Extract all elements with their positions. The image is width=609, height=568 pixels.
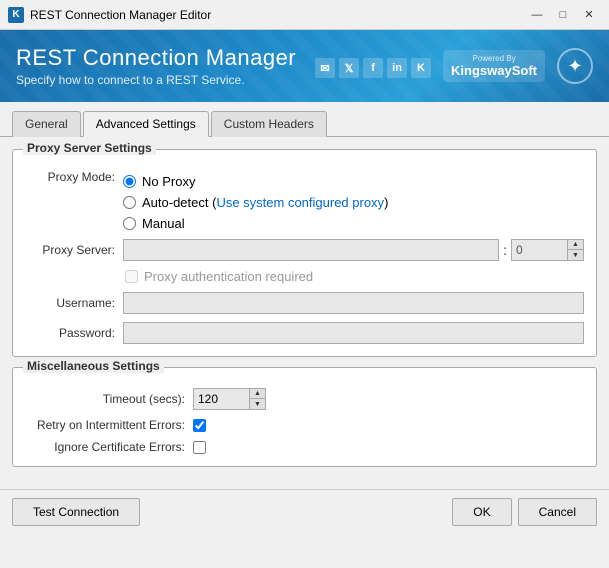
proxy-server-settings-group: Proxy Server Settings Proxy Mode: No Pro… <box>12 149 597 357</box>
misc-section-title: Miscellaneous Settings <box>23 359 164 373</box>
ignore-cert-row: Ignore Certificate Errors: <box>25 440 584 454</box>
ignore-cert-label: Ignore Certificate Errors: <box>25 440 185 454</box>
timeout-row: Timeout (secs): ▲ ▼ <box>25 388 584 410</box>
tab-advanced-settings[interactable]: Advanced Settings <box>83 111 209 137</box>
linkedin-icon[interactable]: in <box>387 58 407 78</box>
username-label: Username: <box>25 296 115 310</box>
ignore-cert-checkbox[interactable] <box>193 441 206 454</box>
header-subtitle: Specify how to connect to a REST Service… <box>16 73 315 87</box>
proxy-server-row: Proxy Server: : ▲ ▼ <box>25 239 584 261</box>
email-icon[interactable]: ✉ <box>315 58 335 78</box>
timeout-input[interactable] <box>194 389 249 409</box>
port-input[interactable] <box>512 240 567 260</box>
misc-settings-group: Miscellaneous Settings Timeout (secs): ▲… <box>12 367 597 467</box>
radio-auto-detect[interactable]: Auto-detect (Use system configured proxy… <box>123 195 388 210</box>
retry-checkbox[interactable] <box>193 419 206 432</box>
radio-manual-label: Manual <box>142 216 185 231</box>
close-button[interactable]: ✕ <box>577 4 601 26</box>
proxy-section-title: Proxy Server Settings <box>23 141 156 155</box>
header-right: ✉ 𝕏 f in K Powered By KingswaySoft ✦ <box>315 48 593 84</box>
tab-custom-headers[interactable]: Custom Headers <box>211 111 327 137</box>
window-title: REST Connection Manager Editor <box>30 8 525 22</box>
radio-manual[interactable]: Manual <box>123 216 388 231</box>
powered-by-label: Powered By <box>472 54 515 63</box>
main-content: Proxy Server Settings Proxy Mode: No Pro… <box>0 137 609 489</box>
ok-cancel-buttons: OK Cancel <box>452 498 597 526</box>
password-row: Password: <box>25 322 584 344</box>
radio-manual-input[interactable] <box>123 217 136 230</box>
timeout-down-button[interactable]: ▼ <box>249 399 265 409</box>
port-up-button[interactable]: ▲ <box>567 240 583 250</box>
brand-icon: ✦ <box>557 48 593 84</box>
tab-general[interactable]: General <box>12 111 81 137</box>
radio-no-proxy[interactable]: No Proxy <box>123 174 388 189</box>
maximize-button[interactable]: □ <box>551 4 575 26</box>
radio-no-proxy-input[interactable] <box>123 175 136 188</box>
bottom-bar: Test Connection OK Cancel <box>0 489 609 534</box>
window-controls: — □ ✕ <box>525 4 601 26</box>
proxy-auth-checkbox[interactable] <box>125 270 138 283</box>
tabs-area: General Advanced Settings Custom Headers <box>0 102 609 137</box>
ks-logo: Powered By KingswaySoft <box>443 50 545 82</box>
retry-label: Retry on Intermittent Errors: <box>25 418 185 432</box>
password-input[interactable] <box>123 322 584 344</box>
ok-button[interactable]: OK <box>452 498 511 526</box>
app-icon: K <box>8 7 24 23</box>
username-input[interactable] <box>123 292 584 314</box>
minimize-button[interactable]: — <box>525 4 549 26</box>
ignore-cert-checkbox-label[interactable] <box>193 441 206 454</box>
twitter-icon[interactable]: 𝕏 <box>339 58 359 78</box>
proxy-auth-row: Proxy authentication required <box>125 269 584 284</box>
proxy-auth-label[interactable]: Proxy authentication required <box>125 269 313 284</box>
proxy-server-input[interactable] <box>123 239 499 261</box>
facebook-icon[interactable]: f <box>363 58 383 78</box>
proxy-server-input-group: : ▲ ▼ <box>123 239 584 261</box>
brand-name: KingswaySoft <box>451 63 537 78</box>
header-title: REST Connection Manager <box>16 45 315 71</box>
retry-checkbox-label[interactable] <box>193 419 206 432</box>
port-spinbox: ▲ ▼ <box>511 239 584 261</box>
k-icon[interactable]: K <box>411 58 431 78</box>
radio-auto-detect-input[interactable] <box>123 196 136 209</box>
social-icons: ✉ 𝕏 f in K <box>315 58 431 78</box>
username-row: Username: <box>25 292 584 314</box>
header-banner: REST Connection Manager Specify how to c… <box>0 30 609 102</box>
proxy-server-label: Proxy Server: <box>25 243 115 257</box>
retry-row: Retry on Intermittent Errors: <box>25 418 584 432</box>
proxy-mode-row: Proxy Mode: No Proxy Auto-detect (Use sy… <box>25 170 584 231</box>
timeout-spinbox: ▲ ▼ <box>193 388 266 410</box>
timeout-spinbox-buttons: ▲ ▼ <box>249 389 265 409</box>
proxy-mode-options: No Proxy Auto-detect (Use system configu… <box>123 174 388 231</box>
radio-no-proxy-label: No Proxy <box>142 174 195 189</box>
timeout-label: Timeout (secs): <box>25 392 185 406</box>
auto-detect-link[interactable]: Use system configured proxy <box>216 195 384 210</box>
proxy-mode-label: Proxy Mode: <box>25 170 115 184</box>
timeout-up-button[interactable]: ▲ <box>249 389 265 399</box>
title-bar: K REST Connection Manager Editor — □ ✕ <box>0 0 609 30</box>
port-down-button[interactable]: ▼ <box>567 250 583 260</box>
header-title-area: REST Connection Manager Specify how to c… <box>16 45 315 87</box>
cancel-button[interactable]: Cancel <box>518 498 597 526</box>
port-spinbox-buttons: ▲ ▼ <box>567 240 583 260</box>
test-connection-button[interactable]: Test Connection <box>12 498 140 526</box>
password-label: Password: <box>25 326 115 340</box>
port-separator: : <box>503 242 507 258</box>
proxy-auth-text: Proxy authentication required <box>144 269 313 284</box>
radio-auto-detect-label: Auto-detect (Use system configured proxy… <box>142 195 388 210</box>
